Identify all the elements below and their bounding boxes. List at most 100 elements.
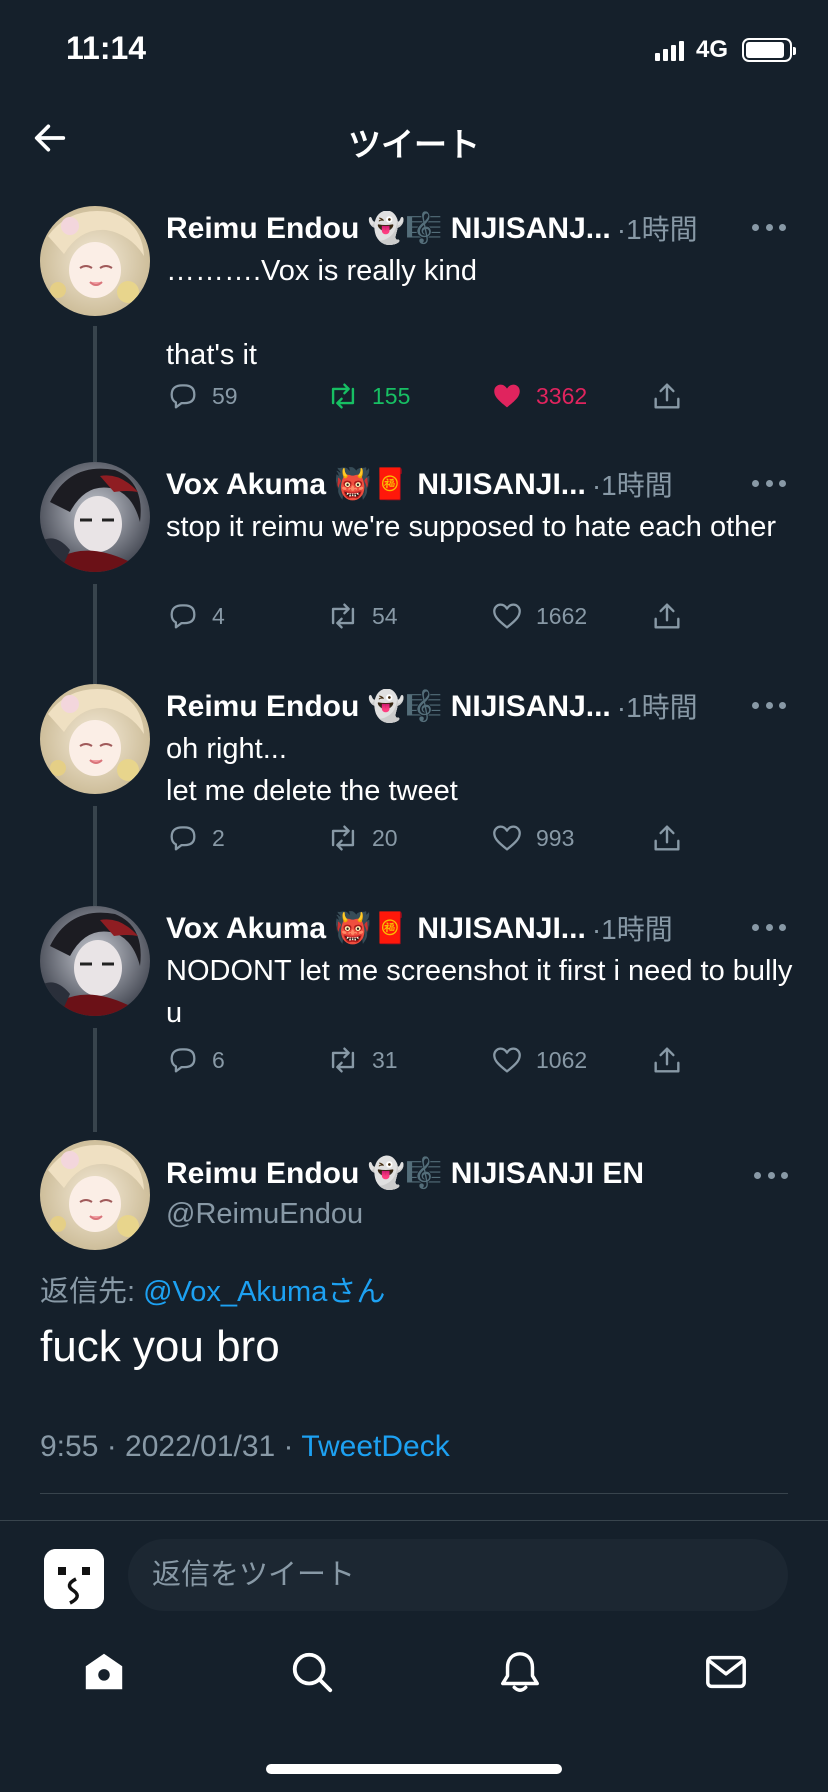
retweet-count: 31 <box>372 1046 398 1073</box>
my-avatar[interactable] <box>44 1549 104 1609</box>
avatar[interactable] <box>40 1140 150 1250</box>
retweet-icon <box>331 825 355 851</box>
avatar[interactable] <box>40 906 150 1016</box>
status-bar: 11:14 4G <box>0 0 828 96</box>
retweet-button[interactable]: 155 <box>326 376 410 416</box>
reply-count: 6 <box>212 1046 225 1073</box>
home-indicator <box>266 1764 562 1774</box>
retweet-count: 155 <box>372 382 411 409</box>
share-icon <box>654 383 680 409</box>
thread-line <box>93 584 97 684</box>
tweet-text: NODONT let me screenshot it first i need… <box>166 955 801 1029</box>
share-icon <box>654 825 680 851</box>
author-name[interactable]: Vox Akuma 👹🧧 NIJISANJI... <box>166 911 586 946</box>
mail-icon <box>706 1655 746 1689</box>
more-options-icon[interactable] <box>752 212 786 242</box>
header: ツイート <box>0 96 828 184</box>
reply-button[interactable]: 2 <box>166 818 225 858</box>
mention-link[interactable]: @Vox_Akumaさん <box>143 1276 385 1308</box>
reply-button[interactable]: 6 <box>166 1040 225 1080</box>
retweet-button[interactable]: 31 <box>326 1040 398 1080</box>
tweet-time: ·1時間 <box>591 914 673 945</box>
reply-icon <box>170 1048 196 1073</box>
tweet-actions: 59 155 3362 <box>166 376 726 416</box>
reply-count: 4 <box>212 602 225 629</box>
like-count: 1062 <box>536 1046 588 1073</box>
tweet-actions: 6 31 1062 <box>166 1040 726 1080</box>
like-button[interactable]: 993 <box>490 818 574 858</box>
tab-messages[interactable] <box>696 1642 756 1702</box>
tab-home[interactable] <box>74 1642 134 1702</box>
tab-search[interactable] <box>282 1642 342 1702</box>
share-button[interactable] <box>650 376 684 416</box>
reply-button[interactable]: 4 <box>166 596 225 636</box>
share-button[interactable] <box>650 1040 684 1080</box>
reply-icon <box>170 826 196 851</box>
tweet-header: Vox Akuma 👹🧧 NIJISANJI... ·1時間 <box>166 906 786 950</box>
reply-icon <box>170 384 196 409</box>
tweet-time: ·1時間 <box>616 214 698 245</box>
like-count: 3362 <box>536 382 588 409</box>
tweet-text: oh right... let me delete the tweet <box>166 733 458 807</box>
author-handle: @ReimuEndou <box>166 1198 364 1230</box>
tweet-text: ……….Vox is really kind that's it <box>166 255 478 371</box>
page-title: ツイート <box>348 126 480 163</box>
like-count: 993 <box>536 824 575 851</box>
author-name[interactable]: Reimu Endou 👻🎼 NIJISANJI EN <box>166 1156 644 1191</box>
retweet-icon <box>331 1047 355 1073</box>
avatar[interactable] <box>40 462 150 572</box>
retweet-button[interactable]: 20 <box>326 818 398 858</box>
tweet-header: Reimu Endou 👻🎼 NIJISANJ... ·1時間 <box>166 684 786 728</box>
replying-to: 返信先: @Vox_Akumaさん <box>40 1268 385 1310</box>
retweet-button[interactable]: 54 <box>326 596 398 636</box>
network-label: 4G <box>695 36 728 63</box>
bell-icon <box>501 1652 539 1692</box>
share-button[interactable] <box>650 818 684 858</box>
home-icon <box>85 1653 123 1690</box>
tab-notifications[interactable] <box>490 1642 550 1702</box>
author-name[interactable]: Reimu Endou 👻🎼 NIJISANJ... <box>166 689 611 724</box>
tweet-source-link[interactable]: TweetDeck <box>301 1430 449 1463</box>
status-time: 11:14 <box>66 30 147 66</box>
reply-icon <box>170 604 196 629</box>
reply-input[interactable] <box>128 1539 788 1611</box>
thread-line <box>93 806 97 906</box>
more-options-icon[interactable] <box>752 912 786 942</box>
heart-icon <box>494 384 520 408</box>
like-button[interactable]: 1062 <box>490 1040 587 1080</box>
share-button[interactable] <box>650 596 684 636</box>
author-name[interactable]: Vox Akuma 👹🧧 NIJISANJI... <box>166 467 586 502</box>
battery-icon <box>742 38 796 62</box>
retweet-icon <box>331 603 355 629</box>
tweet-metadata: 9:55 · 2022/01/31 · TweetDeck <box>40 1430 450 1464</box>
replying-prefix: 返信先: <box>40 1276 144 1308</box>
author-name-text: Reimu Endou 👻🎼 NIJISANJI EN <box>166 1157 645 1190</box>
more-options-icon[interactable] <box>752 690 786 720</box>
heart-icon <box>493 825 521 851</box>
retweet-icon <box>331 383 355 409</box>
retweet-count: 20 <box>372 824 398 851</box>
like-button[interactable]: 3362 <box>490 376 587 416</box>
reply-button[interactable]: 59 <box>166 376 238 416</box>
more-options-icon[interactable] <box>754 1160 788 1190</box>
avatar[interactable] <box>40 684 150 794</box>
status-indicators: 4G <box>654 36 796 64</box>
main-tweet-text: fuck you bro <box>40 1322 280 1371</box>
avatar[interactable] <box>40 206 150 316</box>
tweet-text: stop it reimu we're supposed to hate eac… <box>166 511 777 543</box>
thread-line <box>93 326 97 462</box>
tweet-actions: 2 20 993 <box>166 818 726 858</box>
thread-line <box>93 1028 97 1132</box>
tab-bar <box>0 1632 828 1712</box>
like-count: 1662 <box>536 602 588 629</box>
tweet-time: ·1時間 <box>591 470 673 501</box>
signal-icon <box>654 39 684 61</box>
author-name[interactable]: Reimu Endou 👻🎼 NIJISANJ... <box>166 211 611 246</box>
reply-count: 2 <box>212 824 225 851</box>
tweet-datetime: 9:55 · 2022/01/31 · <box>40 1430 302 1463</box>
more-options-icon[interactable] <box>752 468 786 498</box>
tweet-time: ·1時間 <box>616 692 698 723</box>
share-icon <box>654 1047 680 1073</box>
like-button[interactable]: 1662 <box>490 596 587 636</box>
retweet-count: 54 <box>372 602 398 629</box>
